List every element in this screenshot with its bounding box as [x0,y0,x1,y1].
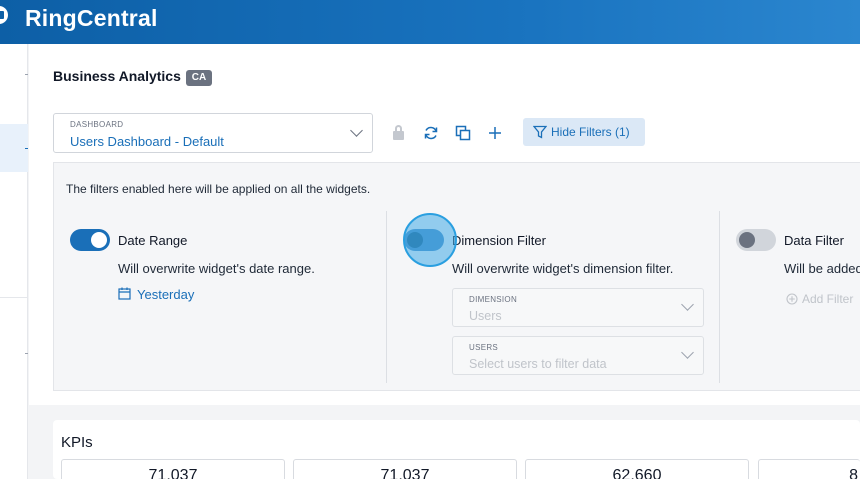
kpi-section: KPIs 71,037 71,037 62,660 8 [53,420,860,479]
nav-item-icon[interactable] [25,74,28,75]
add-circle-icon [786,293,798,305]
hide-filters-label: Hide Filters (1) [551,125,630,139]
kpi-card[interactable]: 71,037 [61,459,285,479]
kpi-card[interactable]: 62,660 [525,459,749,479]
dashboard-select-label: DASHBOARD [70,120,124,129]
dimension-filter-title: Dimension Filter [452,233,546,248]
dimension-filter-description: Will overwrite widget's dimension filter… [452,261,674,276]
add-icon[interactable] [486,124,504,142]
add-filter-link[interactable]: Add Filter [786,292,860,306]
refresh-icon[interactable] [422,124,440,142]
brand-name: RingCentral [25,5,158,31]
brand-logo-icon [0,6,8,24]
dimension-select[interactable]: DIMENSION Users [452,288,704,327]
users-select-placeholder: Select users to filter data [469,357,607,371]
nav-divider [0,297,28,298]
ca-badge: CA [186,70,212,86]
users-select[interactable]: USERS Select users to filter data [452,336,704,375]
copy-icon[interactable] [454,124,472,142]
hide-filters-button[interactable]: Hide Filters (1) [523,118,645,146]
dimension-select-label: DIMENSION [469,295,518,304]
date-range-value: Yesterday [137,287,195,302]
column-divider [386,211,387,383]
add-filter-label: Add Filter [802,292,854,306]
nav-item-icon[interactable] [25,353,28,354]
filters-note: The filters enabled here will be applied… [66,182,371,196]
dashboard-select-value: Users Dashboard - Default [70,134,224,149]
column-divider [719,211,720,383]
kpi-value: 71,037 [380,467,430,479]
calendar-icon [118,287,131,300]
data-filter-title: Data Filter [784,233,844,248]
date-range-title: Date Range [118,233,188,248]
users-select-label: USERS [469,343,499,352]
kpi-title: KPIs [61,434,93,451]
dimension-select-placeholder: Users [469,309,502,323]
dashboard-select[interactable]: DASHBOARD Users Dashboard - Default [53,113,373,153]
top-bar: RingCentral [0,0,860,44]
data-filter-toggle[interactable] [736,229,776,251]
data-filter-description: Will be added [784,261,860,276]
lock-icon[interactable] [390,124,408,142]
nav-item-active[interactable] [0,124,28,172]
page-title: Business Analytics [53,68,181,84]
nav-item-active-icon [25,148,28,149]
kpi-value: 62,660 [612,467,662,479]
filters-panel: The filters enabled here will be applied… [53,162,860,391]
click-ripple-indicator [403,213,457,267]
kpi-card[interactable]: 71,037 [293,459,517,479]
kpi-value: 71,037 [148,467,198,479]
chevron-down-icon [350,124,363,137]
date-range-link[interactable]: Yesterday [118,287,194,302]
chevron-down-icon [681,346,694,359]
date-range-description: Will overwrite widget's date range. [118,261,315,276]
filter-icon [533,125,547,139]
left-nav [0,44,28,479]
kpi-card[interactable]: 8 [758,459,860,479]
chevron-down-icon [681,298,694,311]
date-range-toggle[interactable] [70,229,110,251]
kpi-value: 8 [849,467,858,479]
